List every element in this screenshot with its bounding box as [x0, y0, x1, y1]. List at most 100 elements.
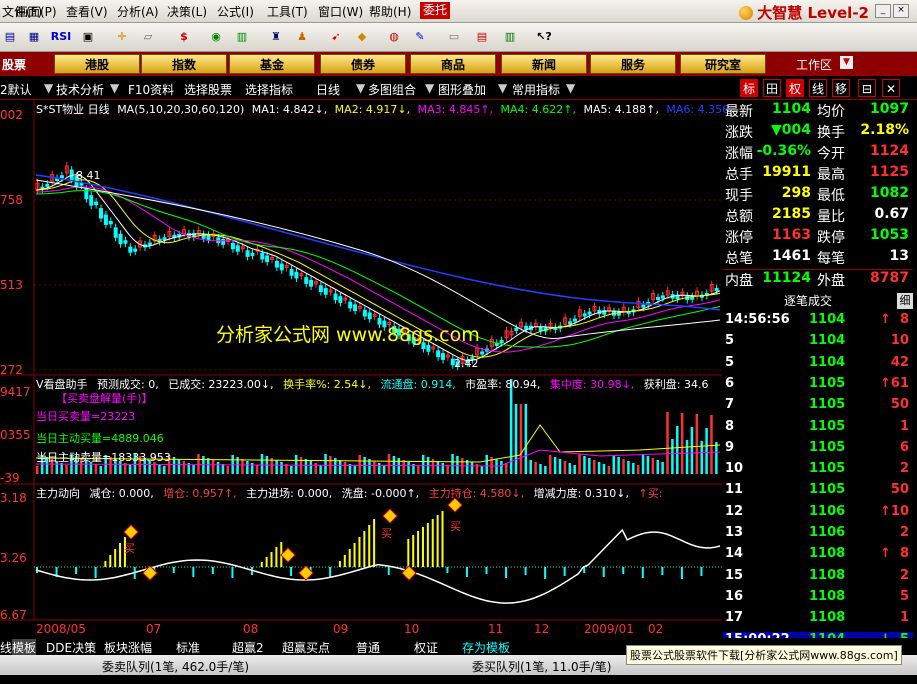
- candy-icon[interactable]: ◍: [384, 27, 404, 46]
- candle: [274, 260, 279, 268]
- nav-bond[interactable]: 债券: [320, 54, 406, 74]
- dropdown-arrow-icon[interactable]: ▼: [566, 81, 575, 95]
- volume-bar: [656, 460, 659, 474]
- tick-p: 1108: [809, 567, 846, 583]
- menu-analysis[interactable]: 分析(A): [117, 3, 159, 20]
- candle: [113, 227, 118, 238]
- volume-bar: [583, 456, 586, 474]
- volume-bar: [495, 459, 498, 474]
- menu-screen[interactable]: 画面(P): [16, 3, 57, 20]
- nav-hk-stocks[interactable]: 港股: [54, 54, 140, 74]
- nav-commodity[interactable]: 商品: [410, 54, 496, 74]
- candle: [250, 252, 255, 256]
- grid-icon[interactable]: ▣: [78, 27, 98, 46]
- ma-value: MA2: 4.917↓,: [331, 103, 411, 116]
- chart-window-icon[interactable]: ▤: [0, 27, 20, 46]
- bottom-tab[interactable]: 模板: [12, 639, 37, 656]
- tick-row: 16 1108 5: [723, 589, 913, 610]
- bottom-tab[interactable]: 线: [0, 639, 12, 656]
- menu-trade[interactable]: 委托: [420, 2, 451, 19]
- ma-value: MA5: 4.188↑,: [579, 103, 659, 116]
- volume-bar: [324, 454, 327, 474]
- force-value: 主力进场: 0.000,: [242, 487, 333, 500]
- indicator-icon[interactable]: ◉: [206, 27, 226, 46]
- bottom-tab[interactable]: 超赢2: [232, 639, 264, 656]
- window-icon[interactable]: ▭: [444, 27, 464, 46]
- ruler-icon[interactable]: ▱: [138, 27, 158, 46]
- people-icon[interactable]: ♟: [292, 27, 312, 46]
- close-icon[interactable]: ×: [893, 4, 909, 18]
- workspace-dropdown-icon[interactable]: ▼: [840, 56, 853, 69]
- workspace-label[interactable]: 工作区: [796, 56, 832, 73]
- bottom-tab[interactable]: 板块涨幅: [104, 639, 152, 656]
- arrow-icon[interactable]: ➹: [326, 27, 346, 46]
- binoculars-icon[interactable]: ♜: [266, 27, 286, 46]
- nav-index[interactable]: 指数: [141, 54, 227, 74]
- dropdown-arrow-icon[interactable]: ▼: [425, 81, 434, 95]
- tick-vol: 6: [899, 439, 909, 455]
- bottom-tab[interactable]: 权证: [414, 639, 438, 656]
- ticks-detail-button[interactable]: 细: [897, 293, 913, 309]
- menu-help[interactable]: 帮助(H): [369, 3, 411, 20]
- select-stock[interactable]: 选择股票: [184, 81, 232, 98]
- tab-rights[interactable]: 权: [786, 79, 804, 97]
- tab-mark[interactable]: 标: [740, 79, 758, 97]
- dropdown-arrow-icon[interactable]: ▼: [498, 81, 507, 95]
- diamond-icon[interactable]: ◆: [352, 27, 372, 46]
- stock-chart[interactable]: S*ST物业 日线 MA(5,10,20,30,60,120) MA1: 4.8…: [0, 100, 733, 638]
- bottom-tab[interactable]: 普通: [356, 639, 380, 656]
- dropdown-arrow-icon[interactable]: ▼: [110, 81, 119, 95]
- preset-default[interactable]: 2默认: [0, 81, 32, 98]
- tab-move[interactable]: 移: [832, 79, 850, 97]
- tick-panel: 逐笔成交 细 14:56:56 1104 ↑ 8 5 1104 10 5 1104 42 6 1105…: [723, 292, 917, 653]
- pen-icon[interactable]: ✎: [410, 27, 430, 46]
- dollar-icon[interactable]: $: [174, 27, 194, 46]
- common-indicators[interactable]: 常用指标: [512, 81, 560, 98]
- menu-tools[interactable]: 工具(T): [267, 3, 308, 20]
- bottom-tab[interactable]: 标准: [176, 639, 200, 656]
- crosshair-icon[interactable]: ✛: [112, 27, 132, 46]
- ad-banner[interactable]: 股票公式股票软件下载[分析家公式网www.88gs.com]: [626, 645, 902, 665]
- menu-window[interactable]: 窗口(W): [318, 3, 363, 20]
- tab-prev-icon[interactable]: ⊟: [858, 79, 876, 97]
- daily-line[interactable]: 日线: [316, 81, 340, 98]
- candle: [333, 293, 338, 301]
- menu-formula[interactable]: 公式(I): [217, 3, 254, 20]
- volume-bar: [534, 462, 537, 474]
- list-icon[interactable]: ▦: [24, 27, 44, 46]
- dropdown-arrow-icon[interactable]: ▼: [44, 81, 53, 95]
- nav-stocks[interactable]: 股票: [2, 56, 26, 73]
- books-icon[interactable]: ▥: [500, 27, 520, 46]
- tech-analysis[interactable]: 技术分析: [56, 81, 104, 98]
- tick-vol: 50: [890, 397, 909, 413]
- bars-icon[interactable]: ▥: [232, 27, 252, 46]
- volume-bar: [612, 455, 616, 474]
- quote-v2: 1124: [870, 143, 909, 159]
- multi-chart[interactable]: 多图组合: [368, 81, 416, 98]
- tab-line[interactable]: 线: [809, 79, 827, 97]
- price-panel-header: S*ST物业 日线 MA(5,10,20,30,60,120) MA1: 4.8…: [36, 101, 733, 117]
- nav-news[interactable]: 新闻: [501, 54, 587, 74]
- bottom-tab[interactable]: DDE决策: [46, 639, 96, 656]
- volume-bar: [163, 466, 166, 474]
- candle: [480, 351, 485, 355]
- minimize-icon[interactable]: _: [875, 4, 891, 18]
- select-indicator[interactable]: 选择指标: [245, 81, 293, 98]
- tab-grid[interactable]: 田: [763, 79, 781, 97]
- nav-research[interactable]: 研究室: [680, 54, 766, 74]
- tick-t: 14:56:56: [725, 312, 790, 327]
- menu-decision[interactable]: 决策(L): [167, 3, 207, 20]
- overlay[interactable]: 图形叠加: [438, 81, 486, 98]
- nav-fund[interactable]: 基金: [229, 54, 315, 74]
- help-cursor-icon[interactable]: ↖?: [534, 27, 554, 46]
- dropdown-arrow-icon[interactable]: ▼: [356, 81, 365, 95]
- bottom-tab[interactable]: 存为模板: [462, 639, 510, 656]
- nav-service[interactable]: 服务: [590, 54, 676, 74]
- table-icon[interactable]: ▤: [472, 27, 492, 46]
- tab-close-icon[interactable]: ✕: [882, 79, 900, 97]
- rsi-button[interactable]: RSI: [48, 27, 74, 46]
- candle: [59, 175, 64, 179]
- f10-info[interactable]: F10资料: [128, 81, 174, 98]
- bottom-tab[interactable]: 超赢买点: [282, 639, 330, 656]
- menu-view[interactable]: 查看(V): [66, 3, 108, 20]
